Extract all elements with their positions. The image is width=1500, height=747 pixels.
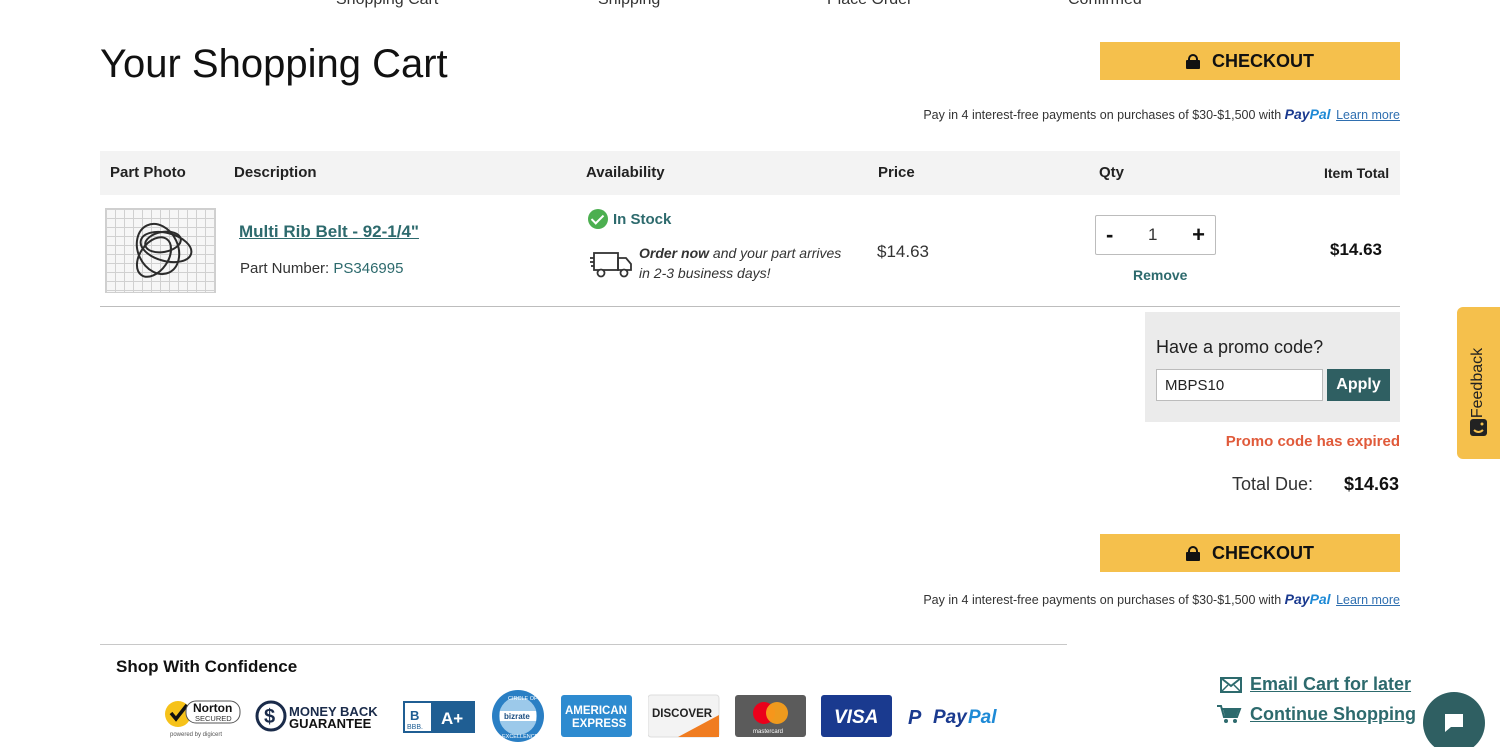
check-circle-icon: [588, 209, 608, 229]
item-price: $14.63: [877, 242, 929, 261]
envelope-icon: [1220, 676, 1242, 693]
svg-text:SECURED: SECURED: [195, 714, 232, 723]
header-part-photo: Part Photo: [110, 164, 186, 181]
checkout-progress: Shopping Cart Shipping Place Order Confi…: [0, 0, 1500, 11]
part-photo[interactable]: [105, 208, 216, 293]
checkout-button-bottom[interactable]: CHECKOUT: [1100, 534, 1400, 572]
svg-text:VISA: VISA: [834, 707, 878, 728]
svg-text:bizrate: bizrate: [504, 712, 530, 721]
email-cart-link[interactable]: Email Cart for later: [1220, 674, 1411, 695]
chat-button[interactable]: [1423, 692, 1485, 747]
cart-table-header: Part Photo Description Availability Pric…: [100, 151, 1400, 195]
paypal-logo: PayPal: [1284, 106, 1331, 122]
svg-text:A+: A+: [441, 709, 463, 728]
svg-text:$: $: [264, 706, 275, 728]
promo-label: Have a promo code?: [1156, 337, 1324, 357]
svg-text:powered by digicert: powered by digicert: [170, 732, 222, 738]
feedback-label: Feedback: [1469, 347, 1486, 419]
paypal-promo-text: Pay in 4 interest-free payments on purch…: [923, 108, 1282, 122]
truck-icon: [590, 252, 632, 278]
step-place-order: Place Order: [827, 0, 912, 9]
apply-button[interactable]: Apply: [1327, 369, 1390, 401]
qty-decrease-button[interactable]: -: [1106, 222, 1113, 248]
total-due-label: Total Due:: [1232, 474, 1314, 494]
header-price: Price: [878, 164, 915, 181]
svg-text:B: B: [410, 708, 419, 723]
confidence-title: Shop With Confidence: [116, 657, 298, 676]
total-due-value: $14.63: [1344, 474, 1400, 494]
lock-icon: [1186, 53, 1200, 69]
header-qty: Qty: [1099, 164, 1125, 181]
lock-icon: [1186, 545, 1200, 561]
bizrate-badge: CIRCLE OF bizrate EXCELLENCE: [490, 690, 546, 742]
product-name-link[interactable]: Multi Rib Belt - 92-1/4": [239, 222, 419, 242]
page-title: Your Shopping Cart: [100, 42, 448, 86]
paypal-badge: P Pay Pal: [906, 693, 1006, 739]
feedback-face-icon: [1470, 419, 1487, 436]
remove-link[interactable]: Remove: [1133, 267, 1187, 283]
checkout-label: CHECKOUT: [1212, 50, 1314, 71]
norton-badge: Norton SECURED powered by digicert: [162, 693, 242, 739]
svg-text:BBB.: BBB.: [407, 724, 423, 731]
paypal-promo-text: Pay in 4 interest-free payments on purch…: [923, 593, 1282, 607]
amex-badge: AMERICAN EXPRESS: [561, 693, 633, 739]
learn-more-link[interactable]: Learn more: [1336, 593, 1400, 607]
bbb-badge: B BBB. A+: [403, 693, 475, 739]
paypal-installments-bottom: Pay in 4 interest-free payments on purch…: [923, 591, 1400, 607]
learn-more-link[interactable]: Learn more: [1336, 108, 1400, 122]
chat-icon: [1445, 714, 1463, 732]
visa-badge: VISA: [821, 693, 893, 739]
feedback-tab[interactable]: Feedback: [1457, 307, 1500, 459]
step-shipping: Shipping: [598, 0, 660, 9]
row-divider: [100, 306, 1400, 307]
cart-icon: [1217, 705, 1242, 723]
quantity-stepper: - 1 +: [1095, 215, 1216, 255]
step-confirmed: Confirmed: [1068, 0, 1142, 9]
header-availability: Availability: [586, 164, 665, 181]
money-back-guarantee-badge: $ MONEY BACK GUARANTEE: [255, 693, 390, 739]
paypal-logo: PayPal: [1284, 591, 1331, 607]
header-item-total: Item Total: [1324, 165, 1390, 181]
belt-image: [135, 222, 193, 278]
promo-code-box: Have a promo code? Apply: [1145, 312, 1400, 422]
svg-text:mastercard: mastercard: [753, 729, 783, 735]
step-shopping-cart: Shopping Cart: [336, 0, 438, 9]
discover-badge: DISCOVER: [648, 693, 720, 739]
part-number: Part Number: PS346995: [240, 260, 404, 277]
continue-shopping-link[interactable]: Continue Shopping: [1216, 703, 1416, 725]
paypal-installments-top: Pay in 4 interest-free payments on purch…: [923, 106, 1400, 122]
svg-text:Norton: Norton: [193, 701, 232, 715]
svg-text:Pal: Pal: [968, 707, 997, 728]
item-total: $14.63: [1330, 240, 1382, 259]
svg-text:AMERICAN: AMERICAN: [565, 705, 627, 717]
svg-text:GUARANTEE: GUARANTEE: [289, 716, 372, 731]
stock-status: In Stock: [588, 209, 671, 229]
svg-text:DISCOVER: DISCOVER: [652, 708, 713, 720]
arrival-estimate: Order now and your part arrives in 2-3 b…: [639, 245, 842, 281]
promo-code-input[interactable]: [1156, 369, 1323, 401]
qty-increase-button[interactable]: +: [1192, 222, 1205, 248]
qty-value[interactable]: 1: [1148, 225, 1157, 245]
svg-text:Pay: Pay: [933, 707, 968, 728]
svg-text:EXPRESS: EXPRESS: [572, 718, 627, 730]
checkout-label: CHECKOUT: [1212, 542, 1314, 563]
svg-text:P: P: [908, 707, 922, 729]
promo-error-message: Promo code has expired: [1225, 433, 1400, 450]
checkout-button-top[interactable]: CHECKOUT: [1100, 42, 1400, 80]
svg-text:EXCELLENCE: EXCELLENCE: [502, 734, 539, 740]
confidence-divider: [100, 644, 1067, 645]
svg-text:CIRCLE OF: CIRCLE OF: [508, 696, 538, 702]
header-description: Description: [234, 164, 317, 181]
mastercard-badge: mastercard: [735, 693, 807, 739]
